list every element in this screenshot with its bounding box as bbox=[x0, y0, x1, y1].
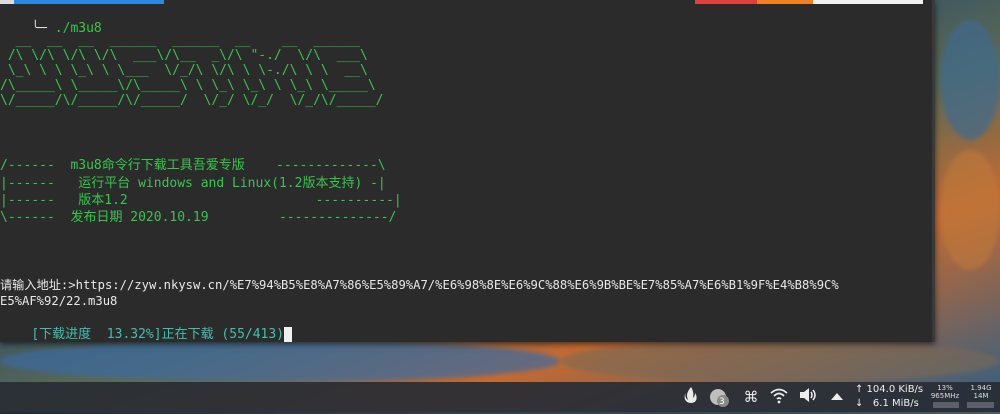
cpu-graph bbox=[933, 402, 959, 408]
net-upload: ↑ 104.0 KiB/s bbox=[855, 384, 924, 395]
memory-total: 1.94G bbox=[970, 384, 992, 392]
memory-graph bbox=[967, 402, 994, 408]
prompt-segment-left bbox=[0, 0, 14, 4]
ascii-art-line: \_\ \ \ \_\ \ \___ \/_/\ \/\ \ \-./\ \ \… bbox=[0, 63, 368, 78]
flame-icon[interactable] bbox=[680, 386, 702, 408]
memory-used: 14M bbox=[973, 392, 989, 400]
badge-icon[interactable]: 3 bbox=[708, 386, 730, 408]
wallpaper-accent bbox=[940, 150, 1000, 270]
info-box-line: \------ 发布日期 2020.10.19 --------------/ bbox=[0, 210, 397, 225]
volume-icon[interactable] bbox=[797, 386, 819, 408]
terminal-window[interactable]: ╰─ ./m3u8 __ __ __ ______ ______ __ __ _… bbox=[0, 0, 935, 342]
ascii-art-line: \/_____/\/_____/\/_____/ \/_/ \/_/ \/_/\… bbox=[0, 93, 384, 108]
wallpaper-accent bbox=[560, 340, 1000, 382]
status-chip-clock bbox=[813, 0, 923, 4]
wallpaper-accent bbox=[940, 20, 1000, 140]
ascii-art-line: /\ \/\ \/\ \/\ ___\/\__ _\/\ "-./ \/\ __… bbox=[0, 48, 368, 63]
ascii-art-line: __ __ __ ______ ______ __ __ ______ bbox=[0, 33, 361, 48]
status-chip-red bbox=[695, 0, 757, 4]
info-box-line: /------ m3u8命令行下载工具吾爱专版 -------------\ bbox=[0, 158, 386, 173]
up-arrow-icon[interactable] bbox=[826, 386, 848, 408]
text-cursor bbox=[284, 327, 293, 342]
terminal-scrollbar[interactable] bbox=[932, 0, 935, 342]
url-input-line-wrap: E5%AF%92/22.m3u8 bbox=[0, 294, 118, 308]
wallpaper-accent bbox=[0, 340, 560, 382]
progress-label: [下载进度 13.32%] bbox=[31, 327, 162, 342]
download-progress-line: [下载进度 13.32%]正在下载 (55/413) bbox=[0, 312, 293, 342]
cpu-percent: 13% bbox=[937, 384, 953, 392]
info-box-line: |------ 版本1.2 ----------| bbox=[0, 193, 402, 208]
info-box-line: |------ 运行平台 windows and Linux(1.2版本支持) … bbox=[0, 176, 386, 191]
net-download: ↓ 6.1 MiB/s bbox=[855, 398, 919, 409]
taskbar: 3 ⌘ ↑ 104.0 KiB/s ↓ 6.1 MiB/s 13% 965MHz… bbox=[0, 382, 1000, 412]
wifi-icon[interactable] bbox=[768, 386, 790, 408]
command-icon[interactable]: ⌘ bbox=[740, 386, 762, 408]
ascii-art-line: /\_____\ \_____\/\_____\ \ \_\ \_\ \ \_\… bbox=[0, 78, 376, 93]
progress-status: 正在下载 (55/413) bbox=[161, 327, 285, 342]
status-chip-orange bbox=[757, 0, 813, 4]
badge-count: 3 bbox=[719, 397, 725, 407]
url-input-line: 请输入地址:>https://zyw.nkysw.cn/%E7%94%B5%E8… bbox=[0, 278, 839, 292]
cpu-frequency: 965MHz bbox=[930, 392, 960, 400]
prompt-segment-path bbox=[14, 0, 164, 4]
